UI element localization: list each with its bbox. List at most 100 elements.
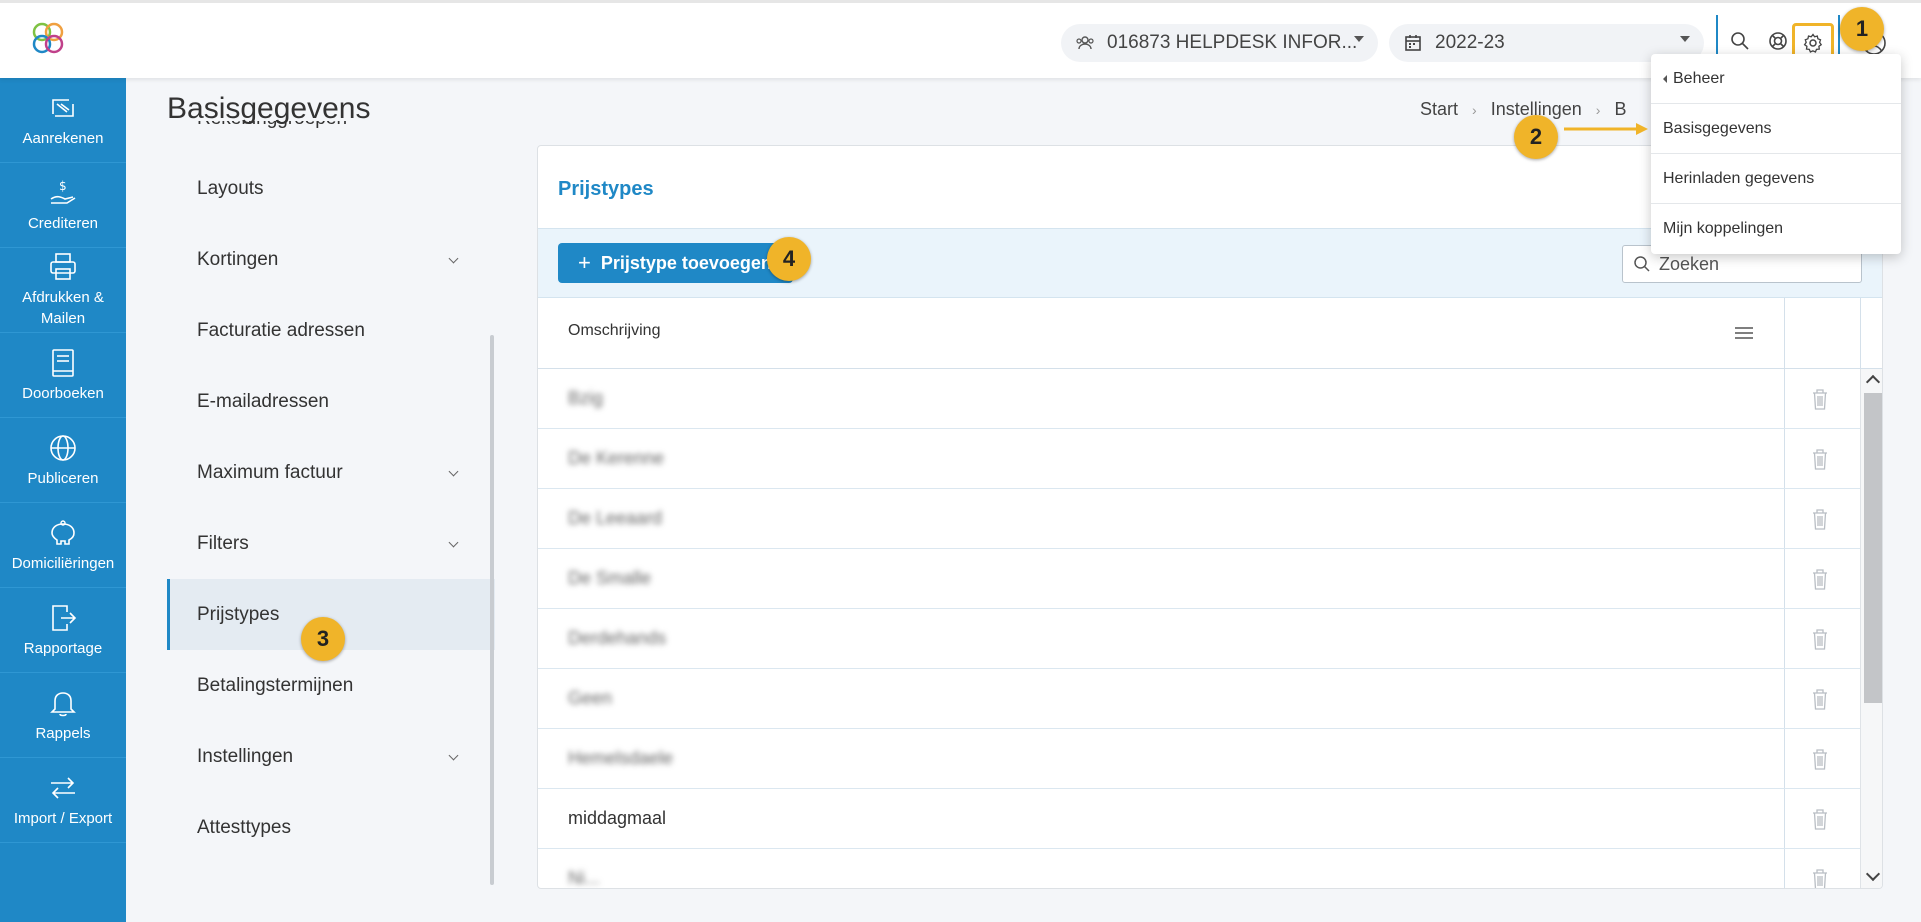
breadcrumb-current: B	[1614, 99, 1627, 119]
table-body: Bzig De Kerenne De Leeaard De Smalle Der…	[538, 369, 1860, 889]
nav-item-label: Domiciliëringen	[11, 554, 115, 572]
submenu-item-attesttypes[interactable]: Attesttypes	[167, 792, 495, 863]
submenu-item-label: Prijstypes	[197, 603, 280, 625]
invoice-icon	[52, 98, 74, 117]
table-row[interactable]: Bzig	[538, 369, 1860, 429]
trash-icon[interactable]	[1811, 448, 1829, 470]
table-row[interactable]: Geen	[538, 669, 1860, 729]
settings-dropdown: Beheer Basisgegevens Herinladen gegevens…	[1651, 54, 1901, 254]
nav-item-rappels[interactable]: Rappels	[0, 673, 126, 758]
column-menu-icon[interactable]	[1735, 326, 1753, 340]
chevron-right-icon: ›	[1472, 101, 1477, 118]
table-row[interactable]: Hemelsdaele	[538, 729, 1860, 789]
trash-icon[interactable]	[1811, 688, 1829, 710]
submenu-item-maximum-factuur[interactable]: Maximum factuur	[167, 437, 495, 508]
submenu-item-label: Rekeninggroepen	[197, 121, 347, 130]
organisation-selector-value: 016873 HELPDESK INFOR...	[1107, 32, 1358, 53]
trash-icon[interactable]	[1811, 628, 1829, 650]
scroll-down-icon[interactable]	[1865, 866, 1881, 882]
nav-item-import-export[interactable]: Import / Export	[0, 758, 126, 843]
nav-item-label: Rapportage	[23, 639, 103, 657]
nav-item-afdrukken-mailen[interactable]: Afdrukken & Mailen	[0, 248, 126, 333]
submenu-scrollbar[interactable]	[490, 335, 494, 885]
settings-submenu: Rekeninggroepen Layouts Kortingen Factur…	[167, 121, 495, 887]
table-row[interactable]: Derdehands	[538, 609, 1860, 669]
submenu-item-label: Attesttypes	[197, 816, 291, 838]
dropdown-item-mijn-koppelingen[interactable]: Mijn koppelingen	[1651, 204, 1901, 254]
breadcrumb: Start › Instellingen › B	[1420, 99, 1626, 120]
caret-left-icon	[1663, 74, 1667, 83]
nav-item-label: Aanrekenen	[22, 129, 104, 147]
nav-item-label: Publiceren	[27, 469, 99, 487]
nav-item-label: Rappels	[35, 724, 91, 742]
trash-icon[interactable]	[1811, 868, 1829, 889]
scrollbar-thumb[interactable]	[1864, 393, 1882, 703]
table-header: Omschrijving	[538, 298, 1882, 369]
search-icon[interactable]	[1729, 30, 1751, 52]
group-icon	[1075, 33, 1095, 53]
breadcrumb-start[interactable]: Start	[1420, 99, 1458, 120]
printer-icon	[50, 253, 76, 280]
table-row[interactable]: De Kerenne	[538, 429, 1860, 489]
nav-item-crediteren[interactable]: $ Crediteren	[0, 163, 126, 248]
report-export-icon	[52, 604, 77, 631]
submenu-item-label: Facturatie adressen	[197, 319, 365, 341]
submenu-item-betalingstermijnen[interactable]: Betalingstermijnen	[167, 650, 495, 721]
dropdown-item-basisgegevens[interactable]: Basisgegevens	[1651, 104, 1901, 154]
gear-icon	[1803, 33, 1823, 53]
organisation-selector[interactable]: 016873 HELPDESK INFOR...	[1061, 24, 1378, 62]
annotation-arrow	[1564, 123, 1648, 135]
nav-item-publiceren[interactable]: Publiceren	[0, 418, 126, 503]
help-lifebuoy-icon[interactable]	[1767, 30, 1789, 52]
svg-text:$: $	[59, 179, 67, 193]
nav-item-label: Afdrukken & Mailen	[22, 289, 104, 327]
table-row[interactable]: middagmaal	[538, 789, 1860, 849]
chevron-down-icon	[1680, 36, 1690, 42]
row-omschrijving: Geen	[568, 688, 613, 708]
submenu-item-filters[interactable]: Filters	[167, 508, 495, 579]
table-row[interactable]: De Smalle	[538, 549, 1860, 609]
submenu-item-label: Filters	[197, 532, 249, 554]
trash-icon[interactable]	[1811, 508, 1829, 530]
chevron-down-icon	[448, 253, 459, 264]
step-badge-1: 1	[1840, 7, 1884, 51]
submenu-item-instellingen[interactable]: Instellingen	[167, 721, 495, 792]
dropdown-back-beheer[interactable]: Beheer	[1651, 54, 1901, 104]
step-badge-4: 4	[767, 237, 811, 281]
submenu-item-label: Layouts	[197, 177, 264, 199]
submenu-item-label: Kortingen	[197, 248, 279, 270]
search-placeholder: Zoeken	[1659, 253, 1720, 274]
book-icon	[52, 348, 74, 377]
piggy-bank-icon	[51, 519, 75, 545]
table-scrollbar[interactable]	[1860, 369, 1882, 888]
submenu-item-rekeninggroepen[interactable]: Rekeninggroepen	[167, 121, 495, 134]
nav-item-domicilieringen[interactable]: Domiciliëringen	[0, 503, 126, 588]
trash-icon[interactable]	[1811, 808, 1829, 830]
credit-hand-icon: $	[50, 179, 76, 204]
trash-icon[interactable]	[1811, 748, 1829, 770]
calendar-icon	[1403, 33, 1423, 53]
table-row[interactable]: De Leeaard	[538, 489, 1860, 549]
chevron-down-icon	[1354, 36, 1364, 42]
row-omschrijving: Hemelsdaele	[568, 748, 674, 768]
submenu-item-label: Betalingstermijnen	[197, 674, 354, 696]
row-omschrijving: De Kerenne	[568, 448, 665, 468]
nav-item-rapportage[interactable]: Rapportage	[0, 588, 126, 673]
dropdown-item-herinladen-gegevens[interactable]: Herinladen gegevens	[1651, 154, 1901, 204]
add-prijstype-button[interactable]: + Prijstype toevoegen	[558, 243, 793, 283]
add-prijstype-label: Prijstype toevoegen	[600, 252, 772, 273]
app-logo[interactable]	[28, 19, 68, 59]
trash-icon[interactable]	[1811, 568, 1829, 590]
top-bar: 016873 HELPDESK INFOR... 2022-23	[0, 0, 1921, 78]
submenu-item-facturatie-adressen[interactable]: Facturatie adressen	[167, 295, 495, 366]
submenu-item-label: E-mailadressen	[197, 390, 329, 412]
submenu-item-e-mailadressen[interactable]: E-mailadressen	[167, 366, 495, 437]
submenu-item-kortingen[interactable]: Kortingen	[167, 224, 495, 295]
submenu-item-layouts[interactable]: Layouts	[167, 153, 495, 224]
nav-item-aanrekenen[interactable]: Aanrekenen	[0, 78, 126, 163]
column-header-omschrijving[interactable]: Omschrijving	[568, 322, 660, 340]
table-row[interactable]: Ni...	[538, 849, 1860, 889]
nav-item-doorboeken[interactable]: Doorboeken	[0, 333, 126, 418]
scroll-up-icon[interactable]	[1865, 374, 1881, 390]
trash-icon[interactable]	[1811, 388, 1829, 410]
